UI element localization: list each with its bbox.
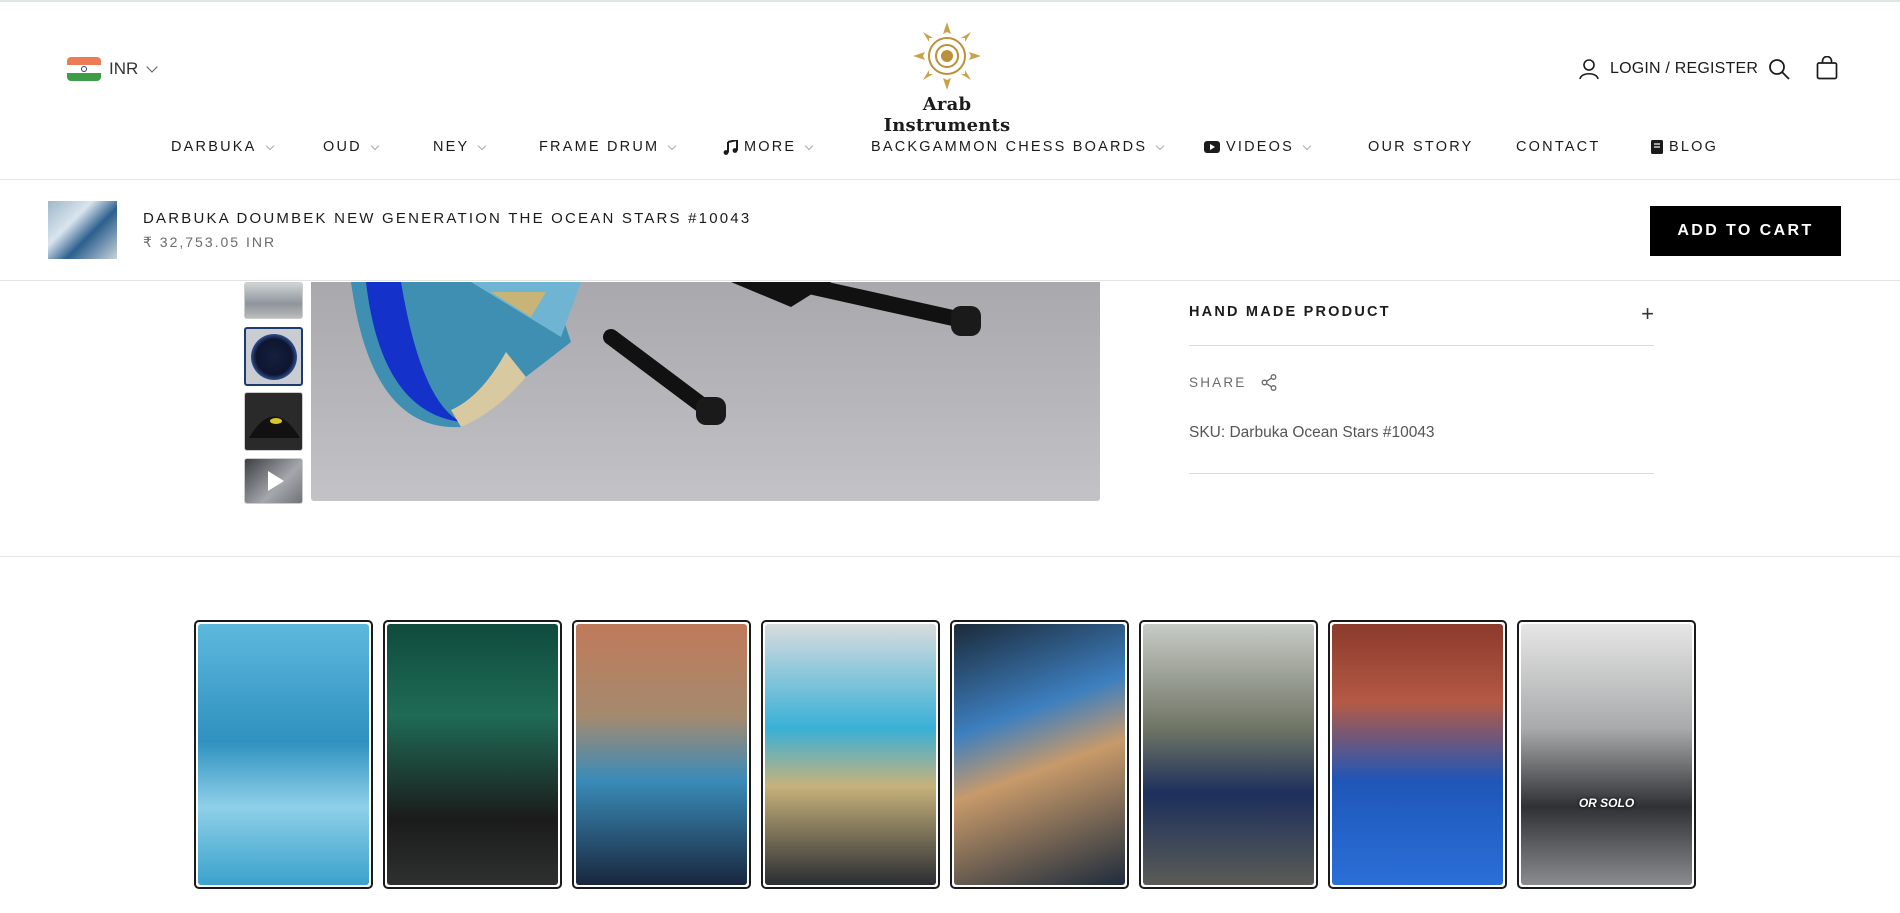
chevron-down-icon	[805, 141, 814, 150]
user-icon	[1579, 59, 1599, 80]
nav-label: BLOG	[1669, 139, 1719, 155]
nav-item-backgammon-chess-boards[interactable]: BACKGAMMON CHESS BOARDS	[871, 139, 1165, 155]
darbuka-on-stand-image	[351, 282, 981, 428]
product-thumbnail	[48, 201, 117, 259]
music-note-icon	[723, 139, 738, 155]
chevron-down-icon	[370, 141, 380, 150]
nav-label: NEY	[433, 139, 470, 155]
nav-label: VIDEOS	[1226, 139, 1294, 155]
gallery-thumbnail-selected[interactable]	[244, 327, 303, 386]
gallery-thumbnail[interactable]	[244, 282, 303, 319]
login-register-label: LOGIN / REGISTER	[1610, 60, 1759, 77]
nav-item-contact[interactable]: CONTACT	[1516, 139, 1600, 155]
reel-thumbnail	[765, 624, 936, 885]
currency-code: INR	[109, 59, 139, 78]
nav-item-frame-drum[interactable]: FRAME DRUM	[539, 139, 677, 155]
main-navigation: DARBUKA OUD NEY FRAME DRUM MORE BACKGAMM…	[0, 139, 1900, 161]
hand-made-product-accordion[interactable]: HAND MADE PRODUCT +	[1189, 282, 1654, 346]
nav-label: OUD	[323, 139, 362, 155]
video-reel[interactable]	[950, 620, 1129, 889]
drum-case-image	[249, 416, 300, 438]
sticky-add-to-cart-bar: DARBUKA DOUMBEK NEW GENERATION THE OCEAN…	[0, 181, 1900, 281]
reel-thumbnail	[576, 624, 747, 885]
cart-button[interactable]	[1816, 55, 1838, 85]
chevron-down-icon	[668, 141, 677, 150]
nav-item-oud[interactable]: OUD	[323, 139, 380, 155]
play-icon	[267, 471, 284, 491]
nav-label: BACKGAMMON CHESS BOARDS	[871, 139, 1148, 155]
video-reel[interactable]	[572, 620, 751, 889]
product-sku: SKU: Darbuka Ocean Stars #10043	[1189, 424, 1435, 441]
chevron-down-icon	[265, 141, 274, 150]
nav-item-videos[interactable]: VIDEOS	[1204, 139, 1312, 155]
site-logo[interactable]: Arab Instruments	[862, 20, 1032, 136]
chevron-down-icon	[1302, 141, 1312, 150]
nav-item-more[interactable]: MORE	[723, 139, 814, 155]
india-flag-icon	[67, 57, 101, 81]
reel-thumbnail	[387, 624, 558, 885]
reel-thumbnail	[198, 624, 369, 885]
mandala-logo-icon	[913, 22, 981, 90]
youtube-icon	[1204, 141, 1220, 153]
nav-label: MORE	[744, 139, 797, 155]
video-reel[interactable]	[761, 620, 940, 889]
currency-selector[interactable]: INR	[67, 57, 158, 81]
nav-label: OUR STORY	[1368, 139, 1474, 155]
chevron-down-icon	[1155, 141, 1165, 150]
share-button[interactable]: SHARE	[1189, 374, 1277, 391]
nav-label: CONTACT	[1516, 139, 1601, 155]
video-reel[interactable]	[1139, 620, 1318, 889]
video-reel[interactable]: OR SOLO	[1517, 620, 1696, 889]
reel-caption: OR SOLO	[1578, 796, 1635, 810]
share-icon	[1261, 374, 1276, 391]
product-main-image[interactable]	[311, 282, 1100, 501]
nav-item-darbuka[interactable]: DARBUKA	[171, 139, 274, 155]
nav-label: FRAME DRUM	[539, 139, 660, 155]
chevron-down-icon	[478, 141, 487, 150]
video-reel[interactable]	[383, 620, 562, 889]
nav-label: DARBUKA	[171, 139, 257, 155]
reel-thumbnail	[954, 624, 1125, 885]
divider	[1189, 473, 1654, 474]
nav-item-blog[interactable]: BLOG	[1651, 139, 1718, 155]
book-icon	[1651, 140, 1663, 154]
add-to-cart-button[interactable]: ADD TO CART	[1650, 206, 1841, 256]
nav-item-our-story[interactable]: OUR STORY	[1368, 139, 1473, 155]
share-label: SHARE	[1189, 375, 1247, 390]
gallery-video-thumbnail[interactable]	[244, 458, 303, 504]
plus-icon: +	[1641, 301, 1654, 326]
video-reel[interactable]	[194, 620, 373, 889]
accordion-title: HAND MADE PRODUCT	[1189, 304, 1391, 320]
site-header: INR Arab Instruments LOGIN / REGISTER DA…	[0, 2, 1900, 180]
search-button[interactable]	[1768, 58, 1790, 85]
reel-thumbnail: OR SOLO	[1521, 624, 1692, 885]
reel-thumbnail	[1332, 624, 1503, 885]
section-divider	[0, 556, 1900, 557]
reel-thumbnail	[1143, 624, 1314, 885]
video-reel[interactable]	[1328, 620, 1507, 889]
nav-item-ney[interactable]: NEY	[433, 139, 487, 155]
login-register-link[interactable]: LOGIN / REGISTER	[1578, 58, 1758, 80]
product-title: DARBUKA DOUMBEK NEW GENERATION THE OCEAN…	[143, 210, 752, 227]
search-icon	[1769, 59, 1790, 80]
product-price: ₹ 32,753.05 INR	[143, 234, 277, 250]
logo-text: Arab Instruments	[883, 94, 1011, 136]
bag-icon	[1816, 55, 1838, 80]
gallery-thumbnail[interactable]	[244, 392, 303, 451]
chevron-down-icon	[146, 61, 158, 73]
